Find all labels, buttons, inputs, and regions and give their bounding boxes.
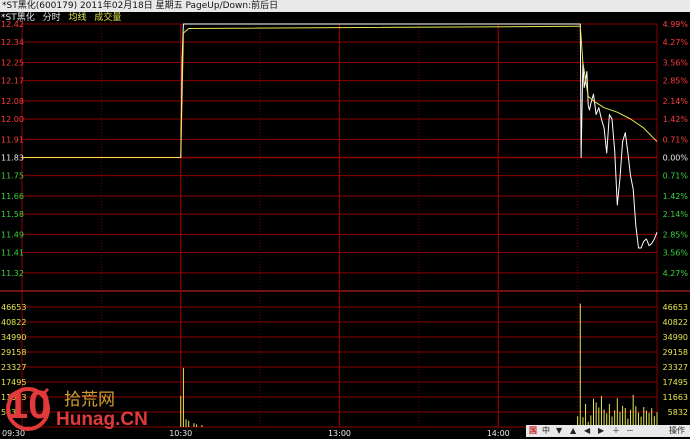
- bottom-toolbar: 国 中 ▼ ▲ ◀ ▶ ＋ － 操作: [526, 425, 690, 437]
- price-tick-label: 12.34: [1, 38, 24, 47]
- zoom-in-icon[interactable]: ＋: [612, 425, 620, 437]
- volume-tick-label: 34990: [663, 333, 688, 342]
- volume-tick-label: 46653: [1, 303, 26, 312]
- pct-tick-label: 0.00%: [663, 154, 689, 163]
- volume-tick-label: 46653: [663, 303, 688, 312]
- price-tick-label: 11.49: [1, 230, 24, 239]
- price-tick-label: 12.00: [1, 115, 24, 124]
- toolbar-icon-guo[interactable]: 国: [528, 425, 538, 437]
- pct-tick-label: 3.56%: [663, 249, 689, 258]
- window-title-bar: *ST黑化(600179) 2011年02月18日 星期五 PageUp/Dow…: [0, 0, 690, 12]
- volume-tick-label: 29158: [1, 348, 26, 357]
- volume-tick-label: 40822: [663, 318, 688, 327]
- volume-tick-label: 11663: [1, 393, 26, 402]
- legend-stock-name: *ST黑化: [1, 13, 35, 23]
- pct-tick-label: 2.14%: [663, 210, 689, 219]
- pct-tick-label: 4.99%: [663, 20, 689, 29]
- price-tick-label: 11.58: [1, 210, 24, 219]
- pct-tick-label: 2.14%: [663, 97, 689, 106]
- arrow-left-icon[interactable]: ◀: [584, 425, 590, 437]
- volume-tick-label: 29158: [663, 348, 688, 357]
- pct-tick-label: 0.71%: [663, 172, 689, 181]
- pct-tick-label: 1.42%: [663, 115, 689, 124]
- pct-tick-label: 4.27%: [663, 269, 689, 278]
- pct-tick-label: 2.85%: [663, 230, 689, 239]
- legend-avg-line: 均线: [68, 13, 87, 23]
- price-tick-label: 12.25: [1, 58, 24, 67]
- price-tick-label: 11.91: [1, 135, 24, 144]
- price-tick-label: 11.75: [1, 172, 24, 181]
- volume-tick-label: 17495: [1, 378, 26, 387]
- zoom-out-icon[interactable]: －: [626, 425, 634, 437]
- time-tick-label: 10:30: [169, 429, 192, 437]
- window-title: *ST黑化(600179) 2011年02月18日 星期五 PageUp/Dow…: [2, 1, 279, 11]
- price-tick-label: 12.08: [1, 97, 24, 106]
- legend-mode[interactable]: 分时: [43, 13, 61, 23]
- price-tick-label: 11.32: [1, 269, 24, 278]
- volume-tick-label: 5832: [1, 408, 21, 417]
- volume-tick-label: 11663: [663, 393, 688, 402]
- pct-tick-label: 1.42%: [663, 192, 689, 201]
- toolbar-icon-zhong[interactable]: 中: [541, 425, 551, 437]
- intraday-chart[interactable]: 12.42 4.99%12.34 4.27%12.25 3.56%12.17 2.85%…: [0, 12, 690, 437]
- time-tick-label: 13:00: [328, 429, 351, 437]
- arrow-up-icon[interactable]: ▲: [570, 425, 576, 437]
- pct-tick-label: 3.56%: [663, 58, 689, 67]
- legend-volume: 成交量: [94, 13, 122, 23]
- volume-tick-label: 40822: [1, 318, 26, 327]
- chart-legend: *ST黑化 分时 均线 成交量: [1, 13, 126, 24]
- price-tick-label: 11.66: [1, 192, 24, 201]
- time-tick-label: 09:30: [2, 429, 25, 437]
- price-tick-label: 11.83: [1, 154, 24, 163]
- volume-tick-label: 23327: [1, 363, 26, 372]
- pct-tick-label: 2.85%: [663, 77, 689, 86]
- pct-tick-label: 0.71%: [663, 135, 689, 144]
- volume-tick-label: 5832: [668, 408, 688, 417]
- price-tick-label: 11.41: [1, 249, 24, 258]
- volume-tick-label: 23327: [663, 363, 688, 372]
- time-tick-label: 14:00: [487, 429, 510, 437]
- pct-tick-label: 4.27%: [663, 38, 689, 47]
- price-tick-label: 12.17: [1, 77, 24, 86]
- arrow-right-icon[interactable]: ▶: [598, 425, 604, 437]
- volume-tick-label: 17495: [663, 378, 688, 387]
- operate-button[interactable]: 操作: [669, 425, 685, 437]
- volume-tick-label: 34990: [1, 333, 26, 342]
- arrow-down-icon[interactable]: ▼: [556, 425, 562, 437]
